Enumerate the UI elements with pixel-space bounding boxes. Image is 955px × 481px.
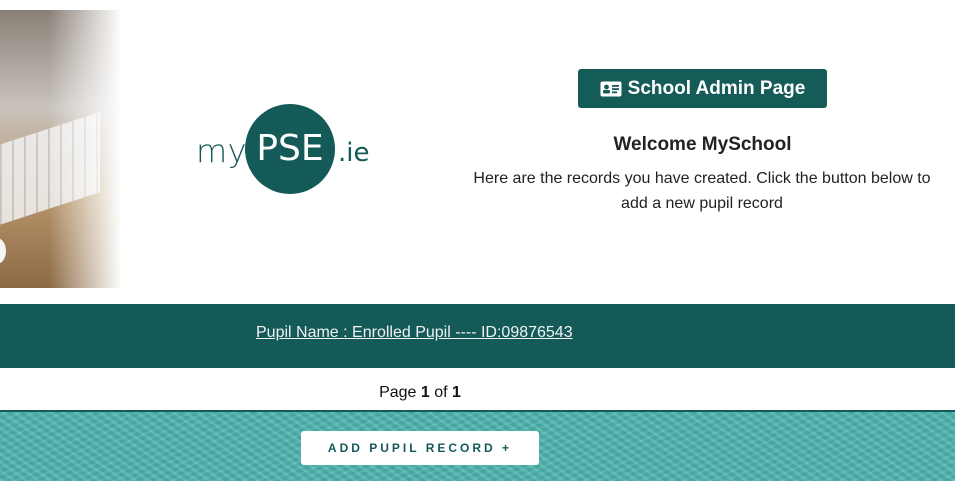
pagination-label: Page 1 of 1 [0,384,840,402]
pupil-record-link[interactable]: Pupil Name : Enrolled Pupil ---- ID:0987… [256,324,573,342]
hero-section: my PSE .ie School Admin Page Welcome MyS… [0,10,955,288]
admin-button-label: School Admin Page [627,77,806,99]
page-current: 1 [420,384,430,401]
footer-band: ADD PUPIL RECORD + [0,410,955,481]
logo-suffix: .ie [338,138,370,168]
logo-circle: PSE [245,104,335,194]
page-prefix: Page [379,384,421,401]
welcome-title: Welcome MySchool [613,134,792,155]
school-admin-page-button[interactable]: School Admin Page [578,69,827,108]
hero-photo [0,10,122,288]
site-logo[interactable]: my PSE .ie [196,104,376,196]
page-total: 1 [452,384,461,401]
add-pupil-record-button[interactable]: ADD PUPIL RECORD + [301,431,539,465]
welcome-text: Here are the records you have created. C… [473,170,931,212]
page-of: of [429,384,453,401]
logo-prefix: my [196,132,248,170]
id-card-icon [600,81,622,97]
records-list: Pupil Name : Enrolled Pupil ---- ID:0987… [0,304,955,368]
